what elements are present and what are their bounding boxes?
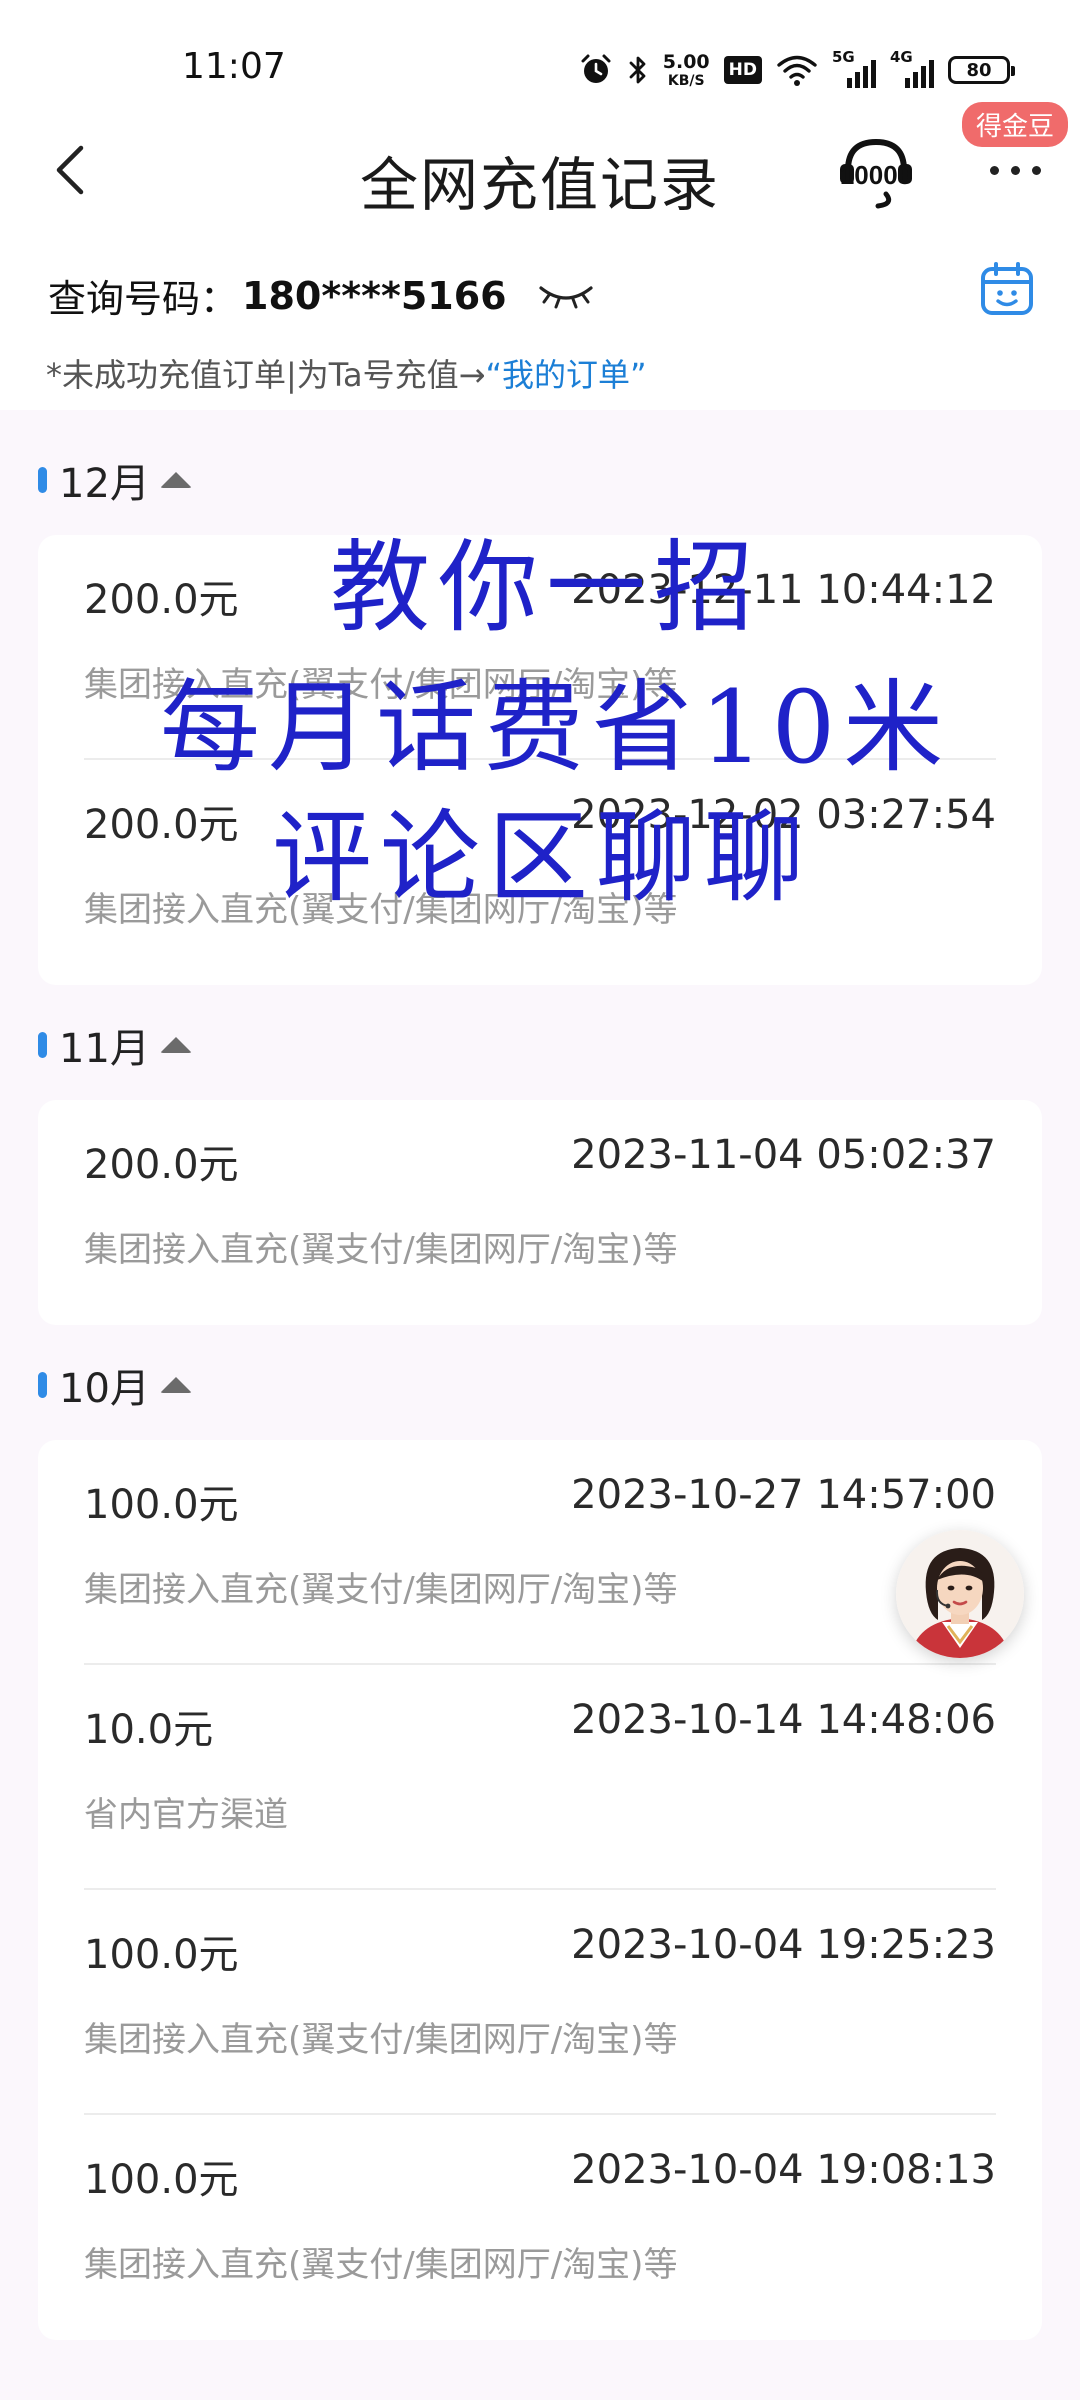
record-channel: 集团接入直充(翼支付/集团网厅/淘宝)等 xyxy=(84,2020,678,2060)
month-label: 10月 xyxy=(59,1366,150,1412)
header-area: 11:07 5.00 KB/S HD 5G 4G 80 全网充值记录 10000… xyxy=(0,0,1080,410)
month-accent-bar xyxy=(38,467,47,493)
record-channel: 集团接入直充(翼支付/集团网厅/淘宝)等 xyxy=(84,1230,678,1270)
record-time: 2023-12-11 10:44:12 xyxy=(571,567,996,613)
hint-row: *未成功充值订单|为Ta号充值→“我的订单” xyxy=(46,350,647,396)
record-amount: 200.0元 xyxy=(84,1142,239,1188)
caret-up-icon xyxy=(159,1377,192,1393)
record-channel: 集团接入直充(翼支付/集团网厅/淘宝)等 xyxy=(84,2245,678,2285)
page-title: 全网充值记录 xyxy=(359,151,720,219)
month-label: 12月 xyxy=(59,461,150,507)
month-header-oct[interactable]: 10月 xyxy=(38,1360,192,1412)
record-channel: 集团接入直充(翼支付/集团网厅/淘宝)等 xyxy=(84,665,678,705)
speed-unit: KB/S xyxy=(667,72,705,89)
wifi-icon xyxy=(776,53,818,87)
10000-service-icon[interactable]: 10000 xyxy=(836,132,916,212)
month-header-dec[interactable]: 12月 xyxy=(38,455,192,507)
record-item[interactable]: 200.0元 2023-12-11 10:44:12 集团接入直充(翼支付/集团… xyxy=(84,535,996,760)
record-item[interactable]: 200.0元 2023-12-02 03:27:54 集团接入直充(翼支付/集团… xyxy=(84,760,996,985)
record-time: 2023-10-27 14:57:00 xyxy=(571,1472,996,1518)
record-item[interactable]: 10.0元 2023-10-14 14:48:06 省内官方渠道 xyxy=(84,1665,996,1890)
month-label: 11月 xyxy=(59,1026,150,1072)
month-header-nov[interactable]: 11月 xyxy=(38,1020,192,1072)
record-amount: 10.0元 xyxy=(84,1707,214,1753)
eye-closed-icon[interactable] xyxy=(537,280,595,312)
signal-5g-icon: 5G xyxy=(832,48,876,90)
bluetooth-icon xyxy=(627,53,649,87)
more-icon[interactable] xyxy=(980,150,1050,190)
record-amount: 200.0元 xyxy=(84,577,239,623)
record-time: 2023-11-04 05:02:37 xyxy=(571,1132,996,1178)
record-amount: 100.0元 xyxy=(84,1932,239,1978)
query-row: 查询号码： 180****5166 xyxy=(48,268,595,323)
status-icons: 5.00 KB/S HD 5G 4G 80 xyxy=(579,48,1015,92)
svg-text:10000: 10000 xyxy=(840,160,912,190)
record-time: 2023-10-04 19:25:23 xyxy=(571,1922,996,1968)
records-card-dec: 200.0元 2023-12-11 10:44:12 集团接入直充(翼支付/集团… xyxy=(38,535,1042,985)
record-channel: 省内官方渠道 xyxy=(84,1795,288,1835)
month-accent-bar xyxy=(38,1032,47,1058)
record-item[interactable]: 100.0元 2023-10-04 19:08:13 集团接入直充(翼支付/集团… xyxy=(84,2115,996,2340)
records-card-oct: 100.0元 2023-10-27 14:57:00 集团接入直充(翼支付/集团… xyxy=(38,1440,1042,2340)
signal-4g-icon: 4G xyxy=(890,48,934,90)
nav-bar: 全网充值记录 10000 得金豆 xyxy=(0,102,1080,230)
status-time: 11:07 xyxy=(182,46,286,87)
query-label: 查询号码： xyxy=(48,277,239,321)
caret-up-icon xyxy=(159,1037,192,1053)
alarm-icon xyxy=(579,53,613,87)
record-time: 2023-12-02 03:27:54 xyxy=(571,792,996,838)
query-number: 180****5166 xyxy=(242,273,507,318)
gold-beans-badge[interactable]: 得金豆 xyxy=(962,102,1069,147)
my-orders-link[interactable]: “我的订单” xyxy=(485,356,646,394)
record-time: 2023-10-14 14:48:06 xyxy=(571,1697,996,1743)
records-card-nov: 200.0元 2023-11-04 05:02:37 集团接入直充(翼支付/集团… xyxy=(38,1100,1042,1325)
battery-level: 80 xyxy=(966,59,992,81)
month-accent-bar xyxy=(38,1372,47,1398)
record-channel: 集团接入直充(翼支付/集团网厅/淘宝)等 xyxy=(84,1570,678,1610)
record-item[interactable]: 100.0元 2023-10-04 19:25:23 集团接入直充(翼支付/集团… xyxy=(84,1890,996,2115)
hint-text: *未成功充值订单|为Ta号充值→ xyxy=(46,356,486,394)
record-time: 2023-10-04 19:08:13 xyxy=(571,2147,996,2193)
record-item[interactable]: 200.0元 2023-11-04 05:02:37 集团接入直充(翼支付/集团… xyxy=(84,1100,996,1325)
record-item[interactable]: 100.0元 2023-10-27 14:57:00 集团接入直充(翼支付/集团… xyxy=(84,1440,996,1665)
calendar-icon[interactable] xyxy=(978,260,1036,318)
record-amount: 100.0元 xyxy=(84,2157,239,2203)
record-amount: 200.0元 xyxy=(84,802,239,848)
record-channel: 集团接入直充(翼支付/集团网厅/淘宝)等 xyxy=(84,890,678,930)
caret-up-icon xyxy=(159,472,192,488)
battery-icon: 80 xyxy=(948,56,1015,84)
network-speed: 5.00 KB/S xyxy=(662,50,710,89)
customer-service-avatar[interactable] xyxy=(896,1530,1024,1658)
speed-value: 5.00 xyxy=(662,50,710,73)
hd-icon: HD xyxy=(723,56,762,84)
record-amount: 100.0元 xyxy=(84,1482,239,1528)
